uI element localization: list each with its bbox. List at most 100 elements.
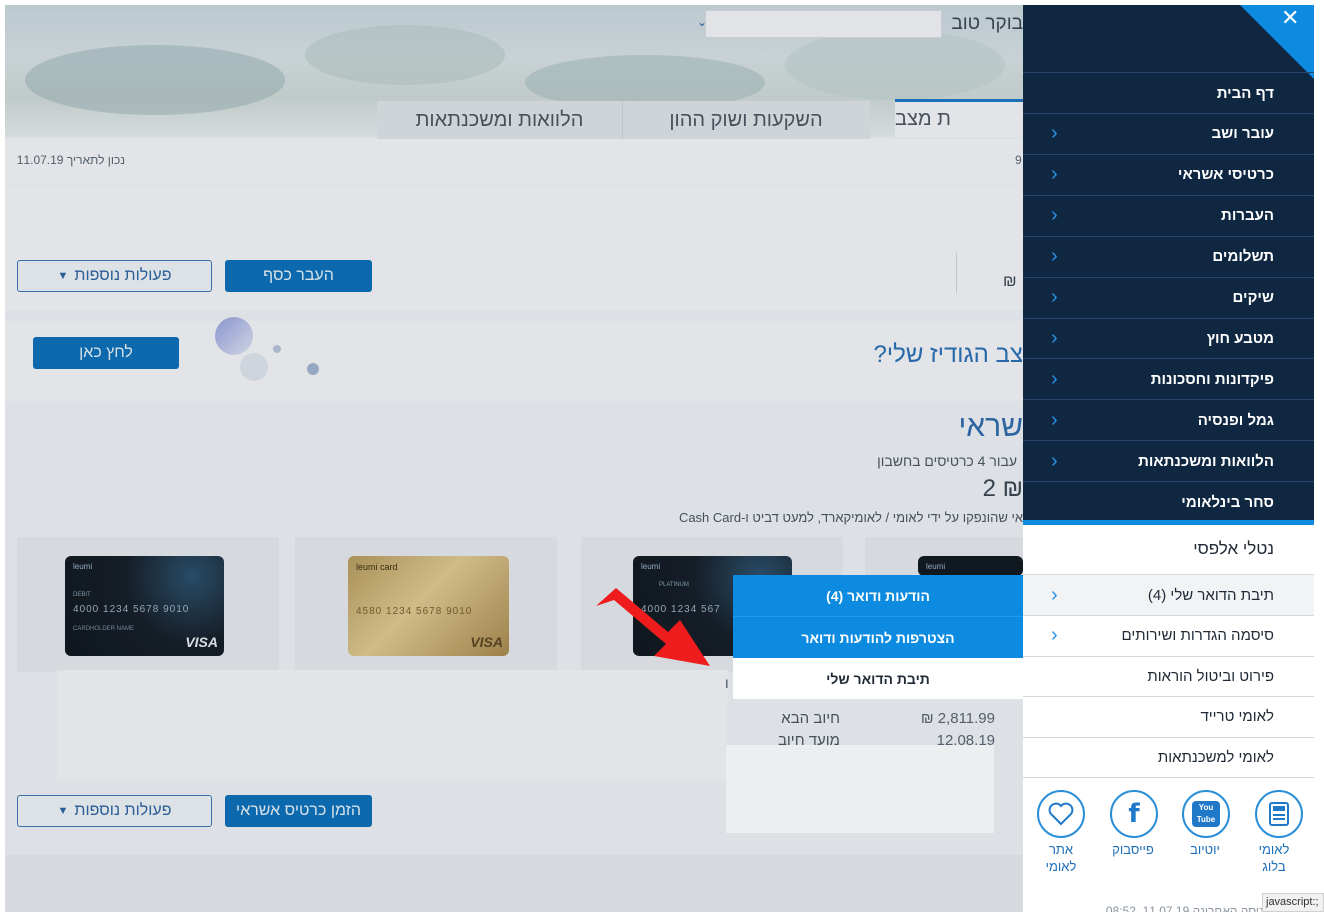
sidebar-item[interactable]: סחר בינלאומי	[1023, 482, 1314, 523]
more-actions-label: פעולות נוספות	[74, 802, 172, 819]
submenu-my-mailbox[interactable]: תיבת הדואר שלי	[733, 658, 1023, 699]
card-brand: leumi	[926, 562, 946, 571]
tab-loans[interactable]: הלוואות ומשכנתאות	[377, 101, 623, 139]
currency-symbol: ₪	[1003, 273, 1017, 290]
chevron-left-icon: ‹	[1051, 326, 1058, 349]
sidebar-item-label: דף הבית	[1216, 84, 1274, 102]
youtube-icon[interactable]: You Tube	[1182, 790, 1230, 838]
chevron-left-icon: ‹	[1051, 122, 1058, 145]
card-brand: leumi card	[356, 562, 398, 572]
sidebar-item[interactable]: הלוואות ומשכנתאות ‹	[1023, 441, 1314, 483]
promo-bubble	[307, 363, 319, 375]
credit-card-image[interactable]: leumi card 4580 1234 5678 9010 VISA	[348, 556, 509, 656]
main-page: ⌄ בוקר טוב ת מצב השקעות ושוק ההון הלוואו…	[5, 5, 1023, 912]
facebook-icon[interactable]: f	[1110, 790, 1158, 838]
more-actions-label: פעולות נוספות	[74, 267, 172, 284]
sidebar-item-label: העברות	[1221, 207, 1274, 225]
sidebar-item-label: עובר ושב	[1211, 125, 1274, 143]
charge-date-value: 12.08.19	[936, 732, 995, 746]
sidebar-item[interactable]: דף הבית	[1023, 73, 1314, 114]
sidebar-item[interactable]: העברות ‹	[1023, 196, 1314, 237]
chevron-left-icon: ‹	[1051, 367, 1058, 390]
sidebar-item[interactable]: תשלומים ‹	[1023, 237, 1314, 278]
visa-logo: VISA	[470, 634, 503, 650]
menu-accent-bar	[1023, 520, 1314, 525]
submenu-join-messages[interactable]: הצטרפות להודעות ודואר	[733, 616, 1023, 658]
chevron-left-icon: ‹	[1051, 624, 1058, 646]
youtube-glyph: You Tube	[1192, 801, 1220, 827]
social-label[interactable]: לאומי בלוג	[1250, 841, 1298, 875]
card-brand: leumi	[73, 562, 93, 571]
close-icon[interactable]: ✕	[1281, 5, 1299, 31]
credit-amount: ₪ 2	[982, 475, 1023, 502]
visa-logo: VISA	[185, 634, 218, 650]
status-url: javascript:;	[1262, 893, 1324, 912]
blog-icon[interactable]	[1255, 790, 1303, 838]
chevron-down-icon: ▼	[57, 270, 69, 282]
promo-bubble	[273, 345, 281, 353]
chevron-left-icon: ‹	[1051, 286, 1058, 308]
close-corner	[1240, 5, 1314, 79]
sidebar-item[interactable]: כרטיסי אשראי ‹	[1023, 155, 1314, 196]
card-brand: leumi	[641, 562, 661, 571]
submenu-messages[interactable]: הודעות ודואר (4)	[733, 575, 1023, 616]
more-actions-button[interactable]: פעולות נוספות ▼	[17, 260, 212, 292]
sidebar-item-label: שיקים	[1232, 289, 1274, 306]
tab-investments[interactable]: השקעות ושוק ההון	[622, 101, 870, 139]
submenu-label: הצטרפות להודעות ודואר	[801, 629, 955, 646]
user-menu-item[interactable]: פירוט וביטול הוראות	[1023, 656, 1314, 697]
chevron-down-icon: ▼	[57, 805, 69, 817]
click-here-button[interactable]: לחץ כאן	[33, 337, 179, 369]
heart-icon[interactable]	[1037, 790, 1085, 838]
more-actions-button[interactable]: פעולות נוספות ▼	[17, 795, 212, 827]
card-type: DEBIT	[73, 592, 91, 598]
user-menu-label: לאומי למשכנתאות	[1157, 748, 1274, 766]
submenu-label: הודעות ודואר (4)	[826, 587, 930, 604]
promo-bubble	[215, 317, 253, 355]
transfer-money-button[interactable]: העבר כסף	[225, 260, 372, 292]
as-of-date: נכון לתאריך 11.07.19	[16, 153, 125, 167]
promo-bubble	[240, 353, 268, 381]
card-holder: CARDHOLDER NAME	[73, 626, 135, 632]
sidebar-item-label: פיקדונות וחסכונות	[1150, 370, 1274, 388]
status-row	[5, 139, 1023, 184]
social-label[interactable]: אתר לאומי	[1037, 841, 1085, 875]
chevron-left-icon: ‹	[1051, 163, 1058, 186]
greeting-select[interactable]	[705, 10, 942, 38]
next-charge-value: ₪ 2,811.99	[920, 710, 995, 727]
social-label[interactable]: פייסבוק	[1103, 841, 1163, 858]
credit-note: אי שהונפקו על ידי לאומי / לאומיקארד, למע…	[678, 510, 1023, 525]
user-menu-item[interactable]: תיבת הדואר שלי (4) ‹	[1023, 575, 1314, 616]
user-menu-item[interactable]: לאומי טרייד	[1023, 697, 1314, 738]
chevron-left-icon: ‹	[1051, 408, 1058, 431]
promo-question: צב הגודיז שלי?	[873, 341, 1023, 368]
sidebar-item[interactable]: עובר ושב ‹	[1023, 114, 1314, 155]
next-charge-label: חיוב הבא	[781, 710, 840, 727]
facebook-glyph: f	[1128, 799, 1140, 829]
divider	[956, 253, 957, 293]
social-label[interactable]: יוטיוב	[1175, 841, 1235, 858]
sidebar-item-label: הלוואות ומשכנתאות	[1138, 452, 1274, 470]
chevron-left-icon: ‹	[1051, 204, 1058, 227]
user-menu-item[interactable]: לאומי למשכנתאות	[1023, 737, 1314, 778]
credit-card-image[interactable]: leumi DEBIT 4000 1234 5678 9010 CARDHOLD…	[65, 556, 224, 656]
sidebar-item[interactable]: מטבע חוץ ‹	[1023, 318, 1314, 360]
footer-strip	[5, 855, 1023, 912]
sidebar-item[interactable]: פיקדונות וחסכונות ‹	[1023, 359, 1314, 401]
tab-status[interactable]: ת מצב	[895, 99, 1023, 137]
user-menu-label: לאומי טרייד	[1200, 708, 1274, 725]
chevron-down-icon: ⌄	[697, 15, 708, 29]
last-login: כניסה האחרונה 11.07.19, 08:52	[1105, 904, 1270, 912]
order-card-button[interactable]: הזמן כרטיס אשראי	[225, 795, 372, 827]
user-menu-item[interactable]: סיסמה הגדרות ושירותים ‹	[1023, 616, 1314, 657]
credit-title: שראי	[958, 410, 1023, 443]
partial-letter: ו	[725, 675, 729, 691]
popup-shadow-box	[726, 745, 994, 833]
sidebar-item[interactable]: גמל ופנסיה ‹	[1023, 400, 1314, 442]
submenu-label: תיבת הדואר שלי	[826, 670, 930, 687]
credit-card-image[interactable]: leumi	[918, 556, 1023, 576]
sidebar-item-label: מטבע חוץ	[1206, 329, 1274, 347]
sidebar-item-label: תשלומים	[1212, 248, 1274, 266]
sidebar-item[interactable]: שיקים ‹	[1023, 278, 1314, 319]
sidebar-item-label: גמל ופנסיה	[1197, 411, 1274, 429]
